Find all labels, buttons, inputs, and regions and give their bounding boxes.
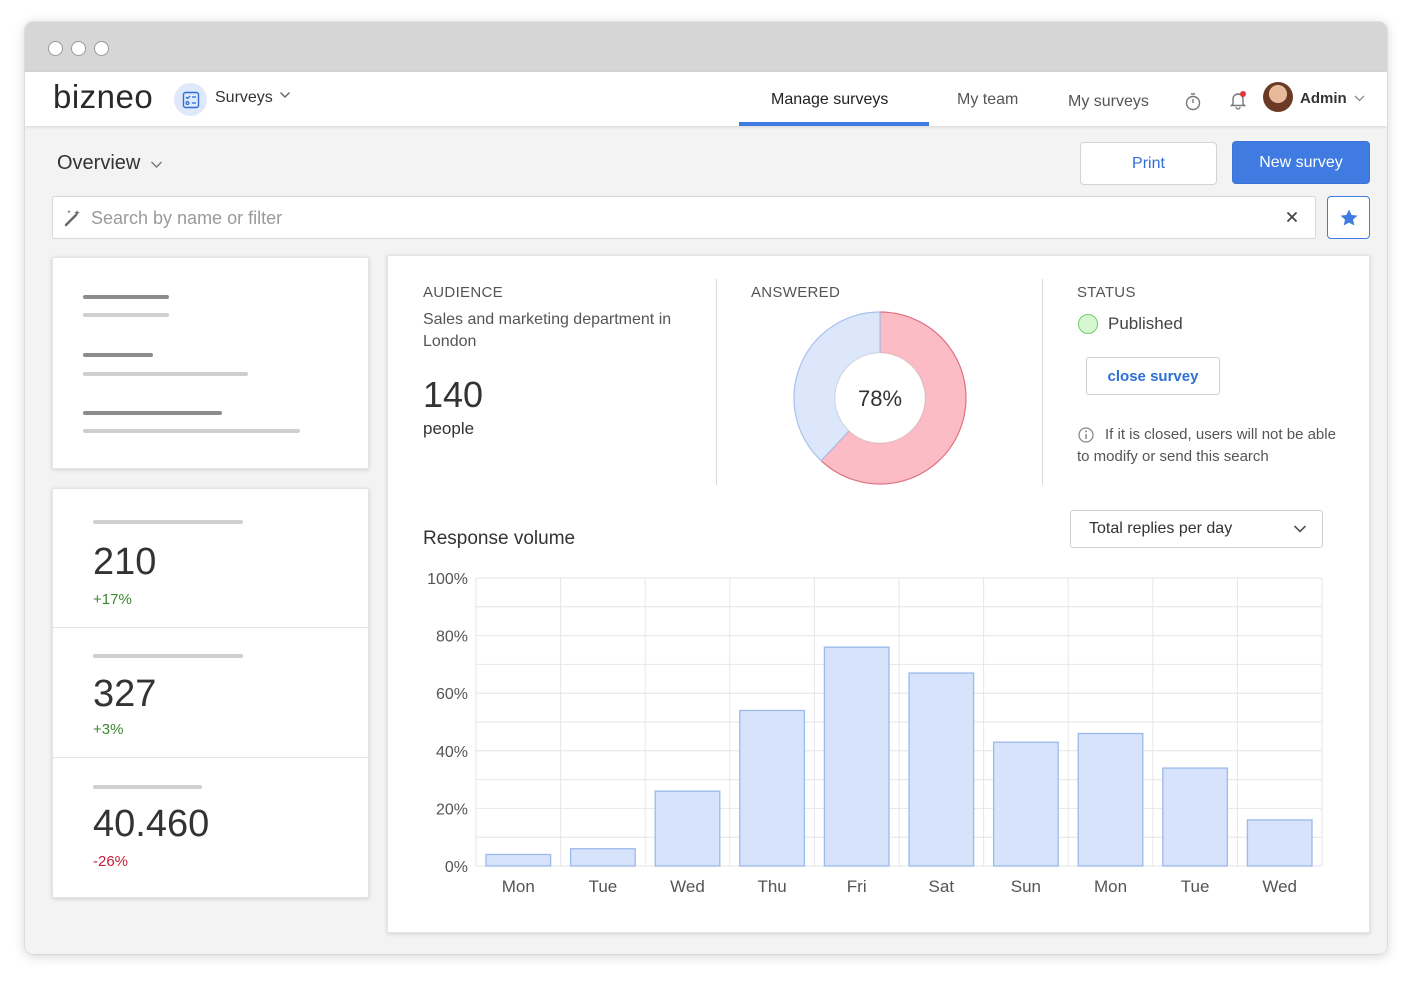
search-bar bbox=[52, 196, 1316, 239]
window-close-button[interactable] bbox=[48, 41, 63, 56]
bar bbox=[823, 646, 890, 867]
x-tick-label: Sat bbox=[929, 877, 955, 896]
status-label: STATUS bbox=[1077, 284, 1136, 301]
x-tick-label: Mon bbox=[1094, 877, 1127, 896]
y-tick-label: 20% bbox=[436, 801, 468, 818]
bell-icon[interactable] bbox=[1228, 90, 1248, 110]
status-value: Published bbox=[1108, 314, 1183, 333]
chevron-down-icon bbox=[1293, 525, 1307, 533]
answered-label: ANSWERED bbox=[751, 284, 841, 301]
x-tick-label: Mon bbox=[502, 877, 535, 896]
window-minimize-button[interactable] bbox=[71, 41, 86, 56]
y-tick-label: 100% bbox=[427, 571, 468, 588]
user-name[interactable]: Admin bbox=[1300, 90, 1347, 107]
stat-value: 327 bbox=[93, 673, 157, 715]
stat-delta: -26% bbox=[93, 853, 129, 870]
x-tick-label: Sun bbox=[1011, 877, 1041, 896]
divider bbox=[716, 279, 717, 485]
y-tick-label: 80% bbox=[436, 629, 468, 646]
new-survey-button[interactable]: New survey bbox=[1232, 141, 1370, 184]
audience-description: Sales and marketing department in London bbox=[423, 311, 672, 350]
divider bbox=[1042, 279, 1043, 485]
x-tick-label: Tue bbox=[589, 877, 618, 896]
audience-count: 140 bbox=[423, 374, 484, 415]
window-titlebar bbox=[25, 22, 1387, 72]
stopwatch-icon[interactable] bbox=[1184, 92, 1202, 111]
bar bbox=[1077, 732, 1144, 867]
stat-label-skeleton bbox=[93, 785, 202, 789]
bar bbox=[485, 853, 552, 867]
top-navbar: bizneo Surveys Manage surveys My team My… bbox=[25, 72, 1387, 126]
close-survey-note: If it is closed, users will not be able … bbox=[1077, 426, 1336, 465]
avatar[interactable] bbox=[1263, 82, 1293, 112]
app-switcher-label[interactable]: Surveys bbox=[215, 89, 273, 107]
print-button[interactable]: Print bbox=[1080, 142, 1217, 185]
y-tick-label: 40% bbox=[436, 744, 468, 761]
stat-value: 210 bbox=[93, 541, 157, 583]
window-maximize-button[interactable] bbox=[94, 41, 109, 56]
skeleton-line bbox=[83, 353, 153, 357]
x-tick-label: Wed bbox=[670, 877, 705, 896]
divider bbox=[53, 627, 368, 628]
audience-label: AUDIENCE bbox=[423, 284, 503, 301]
placeholder-filter-card bbox=[52, 257, 369, 469]
bar bbox=[739, 709, 806, 867]
skeleton-line bbox=[83, 411, 222, 415]
stat-value: 40.460 bbox=[93, 803, 210, 845]
stat-delta: +3% bbox=[93, 721, 124, 738]
bar bbox=[1162, 767, 1229, 867]
x-tick-label: Tue bbox=[1181, 877, 1210, 896]
bizneo-logo[interactable]: bizneo bbox=[53, 78, 153, 116]
x-tick-label: Wed bbox=[1262, 877, 1297, 896]
y-tick-label: 0% bbox=[445, 859, 468, 876]
active-tab-indicator bbox=[739, 122, 929, 126]
divider bbox=[53, 757, 368, 758]
chevron-down-icon[interactable] bbox=[1354, 93, 1365, 103]
bar bbox=[654, 790, 721, 867]
x-tick-label: Fri bbox=[847, 877, 867, 896]
y-tick-label: 60% bbox=[436, 686, 468, 703]
bar bbox=[908, 672, 975, 867]
favorites-button[interactable] bbox=[1327, 196, 1370, 239]
tab-my-team[interactable]: My team bbox=[957, 91, 1018, 109]
survey-detail-card: AUDIENCE Sales and marketing department … bbox=[387, 255, 1370, 933]
tab-my-surveys[interactable]: My surveys bbox=[1068, 93, 1149, 111]
skeleton-line bbox=[83, 372, 248, 376]
bar bbox=[1246, 819, 1313, 867]
search-input[interactable] bbox=[91, 205, 1241, 231]
close-survey-button[interactable]: close survey bbox=[1086, 357, 1220, 395]
close-icon[interactable] bbox=[1286, 211, 1298, 223]
x-tick-label: Thu bbox=[757, 877, 786, 896]
skeleton-line bbox=[83, 429, 300, 433]
logo-text: bizneo bbox=[53, 78, 154, 115]
audience-unit: people bbox=[423, 419, 475, 438]
tab-manage-surveys[interactable]: Manage surveys bbox=[771, 91, 888, 109]
status-indicator-icon bbox=[1078, 314, 1098, 334]
bar bbox=[569, 848, 636, 867]
stat-delta: +17% bbox=[93, 591, 132, 608]
skeleton-line bbox=[83, 295, 169, 299]
chevron-down-icon[interactable] bbox=[279, 89, 291, 101]
star-icon bbox=[1340, 209, 1357, 225]
chevron-down-icon[interactable] bbox=[150, 158, 163, 171]
magic-wand-icon bbox=[64, 210, 80, 227]
select-value: Total replies per day bbox=[1089, 520, 1233, 537]
stat-label-skeleton bbox=[93, 520, 243, 524]
browser-window: bizneo Surveys Manage surveys My team My… bbox=[25, 22, 1387, 954]
survey-list-icon[interactable] bbox=[174, 83, 207, 116]
answered-percent: 78% bbox=[857, 386, 903, 411]
stats-card: 210 +17% 327 +3% 40.460 -26% bbox=[52, 488, 369, 898]
view-selector[interactable]: Overview bbox=[57, 152, 140, 175]
response-volume-chart: 0% 20% 40% 60% 80% 100% Mon Tue Wed Thu Fri Sat Sun M… bbox=[427, 571, 1323, 896]
stat-label-skeleton bbox=[93, 654, 243, 658]
response-volume-title: Response volume bbox=[423, 528, 576, 549]
chart-metric-select[interactable]: Total replies per day bbox=[1070, 510, 1323, 548]
bar bbox=[992, 741, 1059, 867]
skeleton-line bbox=[83, 313, 169, 317]
